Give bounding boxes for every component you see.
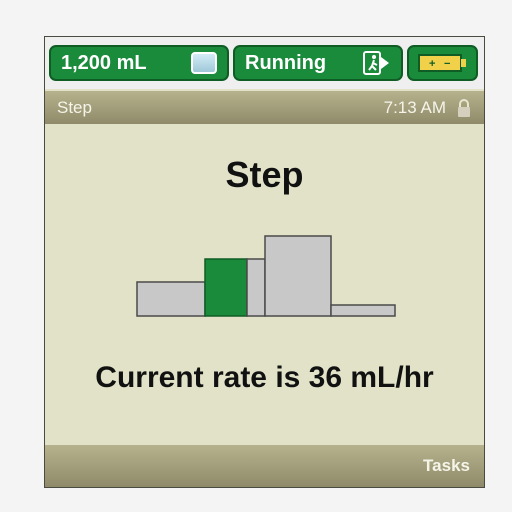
volume-indicator: 1,200 mL xyxy=(49,45,229,81)
screen-title: Step xyxy=(57,98,92,117)
step-chart xyxy=(136,235,396,317)
pump-screen: 1,200 mL Running + − Step 7:13 AM Step C… xyxy=(44,36,485,488)
title-bar: Step 7:13 AM xyxy=(45,91,484,124)
svg-text:+: + xyxy=(429,58,435,70)
lock-icon xyxy=(458,99,470,117)
page-heading: Step xyxy=(225,154,304,195)
main-content: Step Current rate is 36 mL/hr xyxy=(45,124,484,446)
softkey-bar: Tasks xyxy=(45,445,484,487)
battery-icon: + − xyxy=(417,54,466,72)
running-icon xyxy=(363,51,389,75)
volume-text: 1,200 mL xyxy=(61,51,147,74)
step-block-1 xyxy=(136,281,206,317)
clock-time: 7:13 AM xyxy=(383,98,446,117)
step-block-4 xyxy=(264,235,332,317)
status-text: Running xyxy=(245,51,327,74)
step-block-5 xyxy=(330,304,396,317)
svg-text:−: − xyxy=(444,58,450,70)
step-block-2 xyxy=(204,258,248,317)
status-bar: 1,200 mL Running + − xyxy=(45,37,484,89)
iv-bag-icon xyxy=(191,52,217,74)
step-block-3 xyxy=(246,258,266,317)
current-rate-message: Current rate is 36 mL/hr xyxy=(95,361,434,394)
tasks-softkey[interactable]: Tasks xyxy=(423,456,470,476)
battery-indicator: + − xyxy=(407,45,478,81)
status-indicator: Running xyxy=(233,45,403,81)
